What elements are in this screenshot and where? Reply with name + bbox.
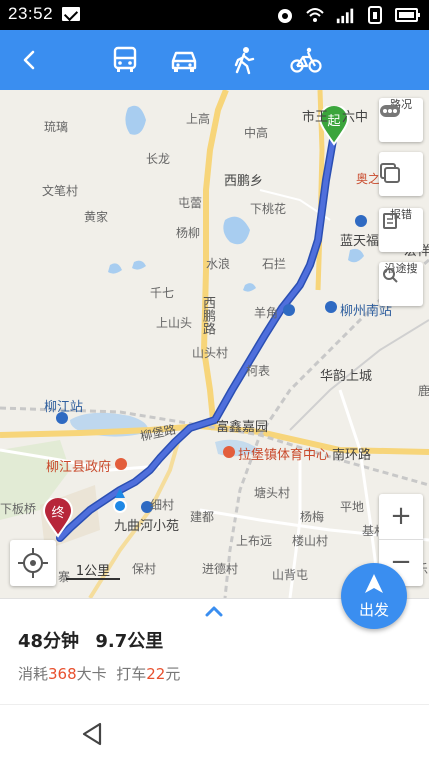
map-label: 塘头村 (254, 486, 291, 500)
taxi-price: 22 (146, 665, 166, 683)
nearby-search-button[interactable]: 沿途搜 (379, 262, 423, 306)
zoom-in-button[interactable]: + (379, 494, 423, 540)
map-label: 柳江县政府 (46, 460, 112, 475)
map-label: 六中 (342, 110, 369, 125)
car-mode-icon[interactable] (169, 45, 199, 75)
status-icons (275, 5, 421, 25)
map-label: 保村 (132, 562, 157, 576)
map-label: 鹿 (418, 384, 429, 398)
map-label: 西鹏乡 (224, 174, 264, 189)
locate-icon (18, 548, 48, 578)
map-label: 中高 (244, 126, 269, 140)
map-label: 石拦 (262, 257, 287, 271)
map-label: 下板桥 (0, 502, 37, 516)
map-label: 华韵上城 (320, 369, 373, 384)
map-label: 杨梅 (300, 510, 325, 524)
map-label: 文笔村 (42, 184, 79, 198)
navigation-arrow-icon (365, 574, 383, 593)
report-button[interactable]: 报错 (379, 208, 423, 252)
map-label: 羊角 (254, 306, 279, 320)
bus-mode-icon[interactable] (110, 45, 140, 75)
chevron-up-icon[interactable] (204, 605, 224, 617)
map-label: 山头村 (192, 346, 229, 360)
map-label: 琉璃 (44, 120, 69, 134)
sim-icon (368, 6, 382, 24)
walk-mode-icon[interactable] (229, 45, 259, 75)
status-time: 23:52 (8, 4, 54, 23)
notification-icon (278, 9, 292, 23)
route-distance: 9.7公里 (95, 631, 164, 652)
route-summary: 48分钟 9.7公里 (18, 627, 173, 653)
status-bar: 23:52 (0, 0, 429, 30)
map-label: 西鹏路 (200, 296, 215, 335)
map-view[interactable]: 起 终 琉璃 上高 中高 市王 六中 长龙 西鹏乡 奥之星 文笔村 屯蕾 下桃花… (0, 90, 429, 598)
end-pin-label: 终 (51, 505, 64, 521)
wifi-icon (306, 8, 324, 22)
back-icon[interactable] (16, 46, 44, 74)
end-pin-icon[interactable]: 终 (42, 498, 74, 538)
system-back-icon[interactable] (80, 721, 104, 747)
map-label: 杨柳 (176, 226, 201, 240)
message-icon (62, 7, 80, 21)
battery-icon (395, 8, 420, 22)
map-label: 上布远 (236, 534, 273, 548)
map-label: 富鑫嘉园 (216, 420, 269, 435)
route-detail: 消耗368大卡 打车22元 (18, 663, 180, 684)
map-label: 细村 (150, 498, 175, 512)
report-icon (383, 213, 397, 229)
start-navigation-label: 出发 (358, 601, 389, 619)
route-duration: 48分钟 (18, 631, 80, 652)
consume-prefix: 消耗 (18, 665, 49, 683)
map-label: 长龙 (146, 152, 171, 166)
map-label: 屯蕾 (178, 196, 203, 210)
system-nav-bar (0, 704, 429, 761)
map-label: 南环路 (332, 448, 372, 463)
layers-button[interactable] (379, 152, 423, 196)
map-label: 柳江站 (44, 400, 84, 415)
traffic-icon (380, 105, 400, 117)
map-label: 楼山村 (292, 534, 329, 548)
map-label: 市王 (302, 110, 329, 125)
taxi-prefix: 打车 (116, 665, 147, 683)
map-label: 上高 (186, 112, 211, 126)
map-scale: 1公里 (66, 560, 120, 580)
start-navigation-button[interactable]: 出发 (341, 563, 407, 629)
taxi-unit: 元 (165, 665, 181, 683)
map-label: 山背屯 (272, 568, 309, 582)
calories-value: 368 (48, 665, 77, 683)
bike-mode-icon[interactable] (290, 45, 322, 75)
map-label: 九曲河小苑 (114, 519, 180, 534)
map-label: 建都 (190, 510, 215, 524)
layers-icon (380, 163, 400, 183)
map-label: 水浪 (206, 257, 231, 271)
traffic-button[interactable]: 路况 (379, 98, 423, 142)
signal-icon (336, 8, 354, 24)
calories-unit: 大卡 (76, 665, 107, 683)
route-mode-header (0, 30, 429, 90)
nearby-search-icon (383, 268, 398, 283)
map-label: 柯表 (246, 364, 271, 378)
map-label: 上山头 (156, 316, 193, 330)
map-label: 进德村 (202, 562, 239, 576)
start-pin-label: 起 (327, 114, 340, 129)
map-label: 千七 (150, 286, 175, 300)
map-label: 平地 (340, 500, 365, 514)
map-label: 拉堡镇体育中心 (238, 448, 330, 463)
map-label: 黄家 (84, 210, 109, 224)
locate-button[interactable] (10, 540, 56, 586)
map-label: 下桃花 (250, 202, 287, 216)
